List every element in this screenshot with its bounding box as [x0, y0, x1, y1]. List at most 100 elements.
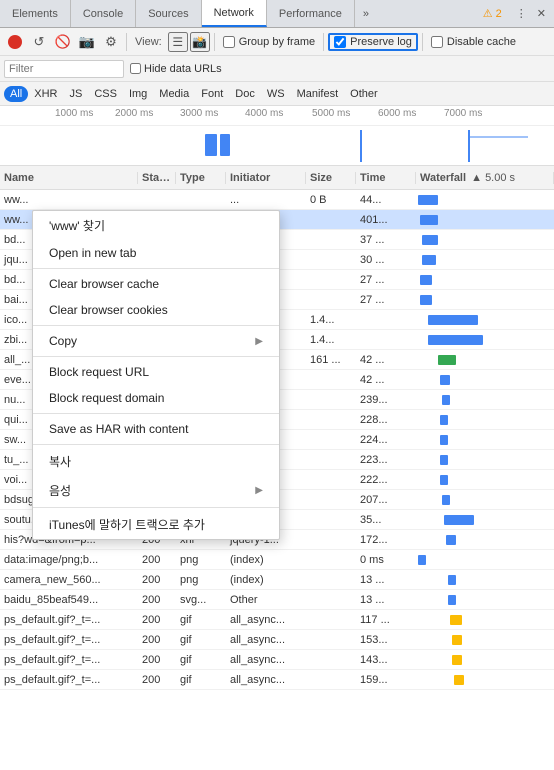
clear-button[interactable]: 🚫 [52, 31, 74, 53]
timeline-marker-line-2 [468, 130, 470, 162]
reload-button[interactable]: ↺ [28, 31, 50, 53]
waterfall-bar [448, 595, 456, 605]
table-row[interactable]: camera_new_560... 200 png (index) 13 ... [0, 570, 554, 590]
type-filter-img[interactable]: Img [123, 86, 153, 102]
tab-network[interactable]: Network [202, 0, 267, 27]
table-row[interactable]: ps_default.gif?_t=... 200 gif all_async.… [0, 630, 554, 650]
table-row[interactable]: data:image/png;b... 200 png (index) 0 ms [0, 550, 554, 570]
table-row[interactable]: baidu_85beaf549... 200 svg... Other 13 .… [0, 590, 554, 610]
group-by-frame-label[interactable]: Group by frame [219, 36, 319, 48]
screenshot-view-icon: 📸 [192, 35, 207, 49]
table-row[interactable]: ps_default.gif?_t=... 200 gif all_async.… [0, 670, 554, 690]
filter-input[interactable] [4, 60, 124, 78]
camera-button[interactable]: 📷 [76, 31, 98, 53]
preserve-log-checkbox[interactable] [334, 36, 346, 48]
type-filter-xhr[interactable]: XHR [28, 86, 63, 102]
type-filter-doc[interactable]: Doc [229, 86, 261, 102]
more-tabs-button[interactable]: » [357, 0, 375, 27]
type-filter-manifest[interactable]: Manifest [291, 86, 345, 102]
waterfall-bar [440, 415, 448, 425]
timeline-ruler: 1000 ms 2000 ms 3000 ms 4000 ms 5000 ms … [0, 106, 554, 126]
row-waterfall [416, 670, 554, 690]
tab-performance[interactable]: Performance [267, 0, 355, 27]
row-time: 117 ... [356, 614, 416, 626]
row-initiator: Other [226, 594, 306, 606]
waterfall-bar [438, 355, 456, 365]
toolbar-divider-3 [323, 33, 324, 51]
tab-sources[interactable]: Sources [136, 0, 201, 27]
disable-cache-label[interactable]: Disable cache [427, 36, 520, 48]
col-header-time[interactable]: Time [356, 172, 416, 184]
type-filter-js[interactable]: JS [63, 86, 88, 102]
hide-data-urls-label[interactable]: Hide data URLs [130, 63, 222, 75]
ctx-copy[interactable]: Copy ▶ [33, 328, 279, 354]
more-options-icon[interactable]: ⋮ [512, 5, 531, 22]
row-waterfall [416, 210, 554, 230]
row-initiator: all_async... [226, 674, 306, 686]
hide-data-urls-checkbox[interactable] [130, 63, 141, 74]
tab-console[interactable]: Console [71, 0, 136, 27]
col-header-type[interactable]: Type [176, 172, 226, 184]
type-filter-other[interactable]: Other [344, 86, 384, 102]
type-filter-media[interactable]: Media [153, 86, 195, 102]
row-type: svg... [176, 594, 226, 606]
table-row[interactable]: ww... ... 0 B 44... [0, 190, 554, 210]
ctx-separator-4 [33, 413, 279, 414]
row-waterfall [416, 250, 554, 270]
timeline-marker-1: 1000 ms [55, 108, 93, 119]
row-name: baidu_85beaf549... [0, 594, 138, 606]
col-header-waterfall[interactable]: Waterfall ▲ 5.00 s [416, 172, 554, 184]
waterfall-bar [440, 435, 448, 445]
screenshot-view-button[interactable]: 📸 [190, 32, 210, 52]
list-view-button[interactable]: ☰ [168, 32, 188, 52]
network-toolbar: ↺ 🚫 📷 ⚙ View: ☰ 📸 Group by frame Preserv… [0, 28, 554, 56]
row-waterfall [416, 610, 554, 630]
ctx-find-www[interactable]: 'www' 찾기 [33, 211, 279, 240]
col-header-status[interactable]: Stat… [138, 172, 176, 184]
waterfall-bar [418, 555, 426, 565]
list-view-icon: ☰ [172, 35, 183, 49]
close-icon[interactable]: ✕ [533, 5, 550, 22]
disable-cache-checkbox[interactable] [431, 36, 443, 48]
row-status: 200 [138, 554, 176, 566]
ctx-block-domain[interactable]: Block request domain [33, 385, 279, 411]
view-label: View: [131, 36, 166, 48]
group-by-frame-checkbox[interactable] [223, 36, 235, 48]
ctx-itunes[interactable]: iTunes에 말하기 트랙으로 추가 [33, 510, 279, 539]
tab-elements[interactable]: Elements [0, 0, 71, 27]
type-filter-font[interactable]: Font [195, 86, 229, 102]
ctx-copy-korean[interactable]: 복사 [33, 447, 279, 476]
record-button[interactable] [4, 31, 26, 53]
ctx-open-new-tab[interactable]: Open in new tab [33, 240, 279, 266]
type-filter-ws[interactable]: WS [261, 86, 291, 102]
waterfall-bar [420, 295, 432, 305]
row-name: ps_default.gif?_t=... [0, 674, 138, 686]
filter-button[interactable]: ⚙ [100, 31, 122, 53]
warning-badge[interactable]: ⚠ 2 [477, 0, 508, 27]
col-header-size[interactable]: Size [306, 172, 356, 184]
col-header-name[interactable]: Name [0, 172, 138, 184]
row-time: 42 ... [356, 374, 416, 386]
row-waterfall [416, 290, 554, 310]
record-icon [8, 35, 22, 49]
type-filter-css[interactable]: CSS [88, 86, 123, 102]
row-initiator: all_async... [226, 614, 306, 626]
ctx-clear-cookies[interactable]: Clear browser cookies [33, 297, 279, 323]
row-waterfall [416, 390, 554, 410]
col-header-initiator[interactable]: Initiator [226, 172, 306, 184]
tab-bar-spacer [375, 0, 477, 27]
table-row[interactable]: ps_default.gif?_t=... 200 gif all_async.… [0, 610, 554, 630]
row-name: ps_default.gif?_t=... [0, 654, 138, 666]
preserve-log-label[interactable]: Preserve log [328, 33, 418, 51]
ctx-voice-arrow-icon: ▶ [255, 485, 263, 496]
table-row[interactable]: ps_default.gif?_t=... 200 gif all_async.… [0, 650, 554, 670]
ctx-separator-3 [33, 356, 279, 357]
filter-bar: Hide data URLs [0, 56, 554, 82]
timeline-marker-3: 3000 ms [180, 108, 218, 119]
ctx-save-har[interactable]: Save as HAR with content [33, 416, 279, 442]
ctx-block-url[interactable]: Block request URL [33, 359, 279, 385]
ctx-voice[interactable]: 음성 ▶ [33, 476, 279, 505]
type-filter-all[interactable]: All [4, 86, 28, 102]
row-time: 143... [356, 654, 416, 666]
ctx-clear-cache[interactable]: Clear browser cache [33, 271, 279, 297]
